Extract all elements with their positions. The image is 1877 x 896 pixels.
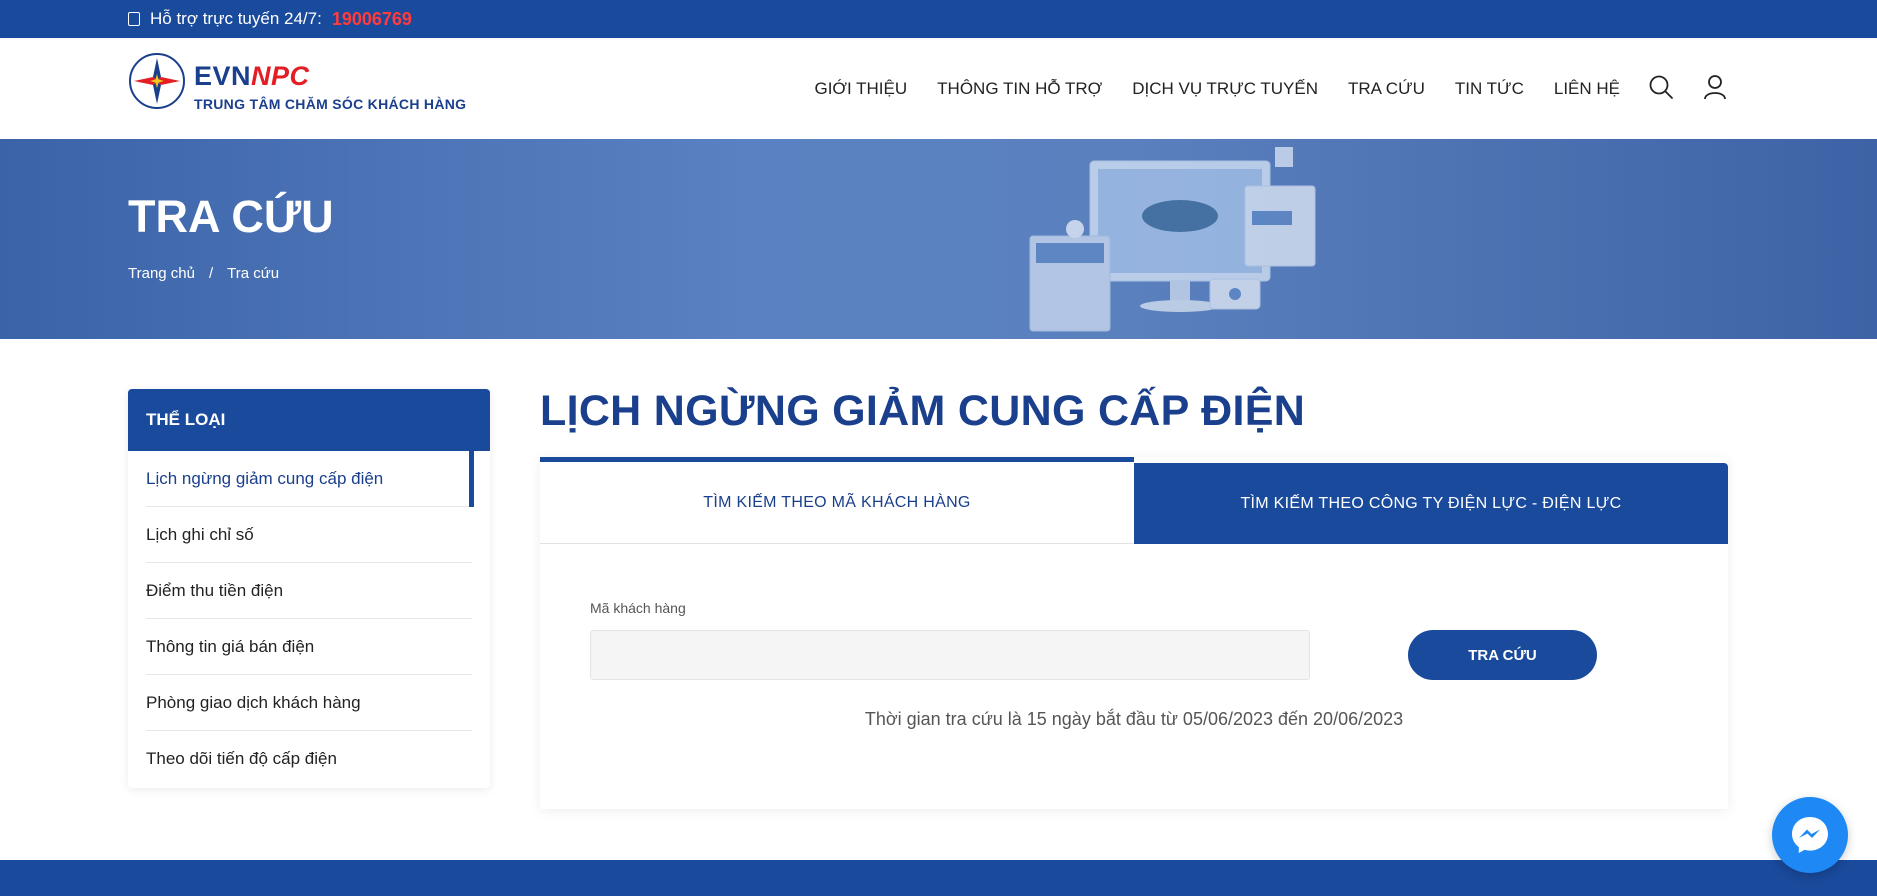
- support-label: Hỗ trợ trực tuyến 24/7:: [150, 9, 322, 28]
- banner-title: TRA CỨU: [128, 191, 334, 242]
- category-sidebar: THỂ LOẠI Lịch ngừng giảm cung cấp điện L…: [128, 389, 490, 788]
- site-header: EVNNPC TRUNG TÂM CHĂM SÓC KHÁCH HÀNG GIỚ…: [0, 38, 1877, 139]
- tab-search-by-customer-code[interactable]: TÌM KIẾM THEO MÃ KHÁCH HÀNG: [540, 457, 1134, 544]
- main-nav: GIỚI THIỆU THÔNG TIN HỖ TRỢ DỊCH VỤ TRỰC…: [814, 38, 1620, 139]
- sidebar-list: Lịch ngừng giảm cung cấp điện Lịch ghi c…: [128, 451, 490, 787]
- phone-icon: [128, 12, 140, 26]
- breadcrumb-current: Tra cứu: [227, 265, 280, 282]
- devices-illustration-icon: [1029, 147, 1316, 332]
- tab-search-by-power-company[interactable]: TÌM KIẾM THEO CÔNG TY ĐIỆN LỰC - ĐIỆN LỰ…: [1134, 463, 1728, 544]
- top-bar: Hỗ trợ trực tuyến 24/7: 19006769: [0, 0, 1877, 38]
- page-title: LỊCH NGỪNG GIẢM CUNG CẤP ĐIỆN: [540, 387, 1306, 435]
- sidebar-item-gia-ban-dien[interactable]: Thông tin giá bán điện: [146, 619, 472, 675]
- sidebar-item-diem-thu-tien-dien[interactable]: Điểm thu tiền điện: [146, 563, 472, 619]
- nav-tra-cuu[interactable]: TRA CỨU: [1348, 79, 1425, 99]
- support-line: Hỗ trợ trực tuyến 24/7: 19006769: [128, 0, 412, 38]
- breadcrumb-separator: /: [208, 265, 214, 282]
- footer-strip: [0, 860, 1877, 896]
- customer-code-input[interactable]: [590, 630, 1310, 680]
- nav-gioi-thieu[interactable]: GIỚI THIỆU: [814, 79, 907, 99]
- messenger-chat-button[interactable]: [1772, 797, 1848, 873]
- search-icon[interactable]: [1648, 74, 1674, 100]
- hotline-number[interactable]: 19006769: [332, 9, 412, 30]
- evn-logo-icon: [129, 53, 185, 109]
- user-icon[interactable]: [1703, 74, 1727, 100]
- sidebar-item-lich-ghi-chi-so[interactable]: Lịch ghi chỉ số: [146, 507, 472, 563]
- search-tabs: TÌM KIẾM THEO MÃ KHÁCH HÀNG TÌM KIẾM THE…: [540, 457, 1728, 544]
- brand-name: EVNNPC: [194, 61, 310, 91]
- sidebar-item-tien-do-cap-dien[interactable]: Theo dõi tiến độ cấp điện: [146, 731, 472, 787]
- search-button[interactable]: TRA CỨU: [1408, 630, 1597, 680]
- breadcrumb-home[interactable]: Trang chủ: [128, 265, 195, 282]
- site-logo[interactable]: EVNNPC TRUNG TÂM CHĂM SÓC KHÁCH HÀNG: [128, 52, 466, 112]
- search-period-note: Thời gian tra cứu là 15 ngày bắt đầu từ …: [864, 709, 1404, 729]
- brand-tagline: TRUNG TÂM CHĂM SÓC KHÁCH HÀNG: [194, 96, 467, 112]
- sidebar-item-phong-giao-dich[interactable]: Phòng giao dịch khách hàng: [146, 675, 472, 731]
- search-panel: TÌM KIẾM THEO MÃ KHÁCH HÀNG TÌM KIẾM THE…: [540, 457, 1728, 809]
- breadcrumb: Trang chủ / Tra cứu: [128, 265, 279, 282]
- messenger-icon: [1792, 817, 1828, 853]
- nav-dich-vu-truc-tuyen[interactable]: DỊCH VỤ TRỰC TUYẾN: [1132, 79, 1318, 99]
- sidebar-heading: THỂ LOẠI: [128, 389, 490, 451]
- nav-lien-he[interactable]: LIÊN HỆ: [1554, 79, 1620, 99]
- customer-code-label: Mã khách hàng: [590, 600, 686, 616]
- sidebar-item-lich-ngung-giam[interactable]: Lịch ngừng giảm cung cấp điện: [146, 451, 474, 507]
- nav-thong-tin-ho-tro[interactable]: THÔNG TIN HỖ TRỢ: [937, 79, 1102, 99]
- nav-tin-tuc[interactable]: TIN TỨC: [1455, 79, 1524, 99]
- page-banner: TRA CỨU Trang chủ / Tra cứu: [0, 139, 1877, 339]
